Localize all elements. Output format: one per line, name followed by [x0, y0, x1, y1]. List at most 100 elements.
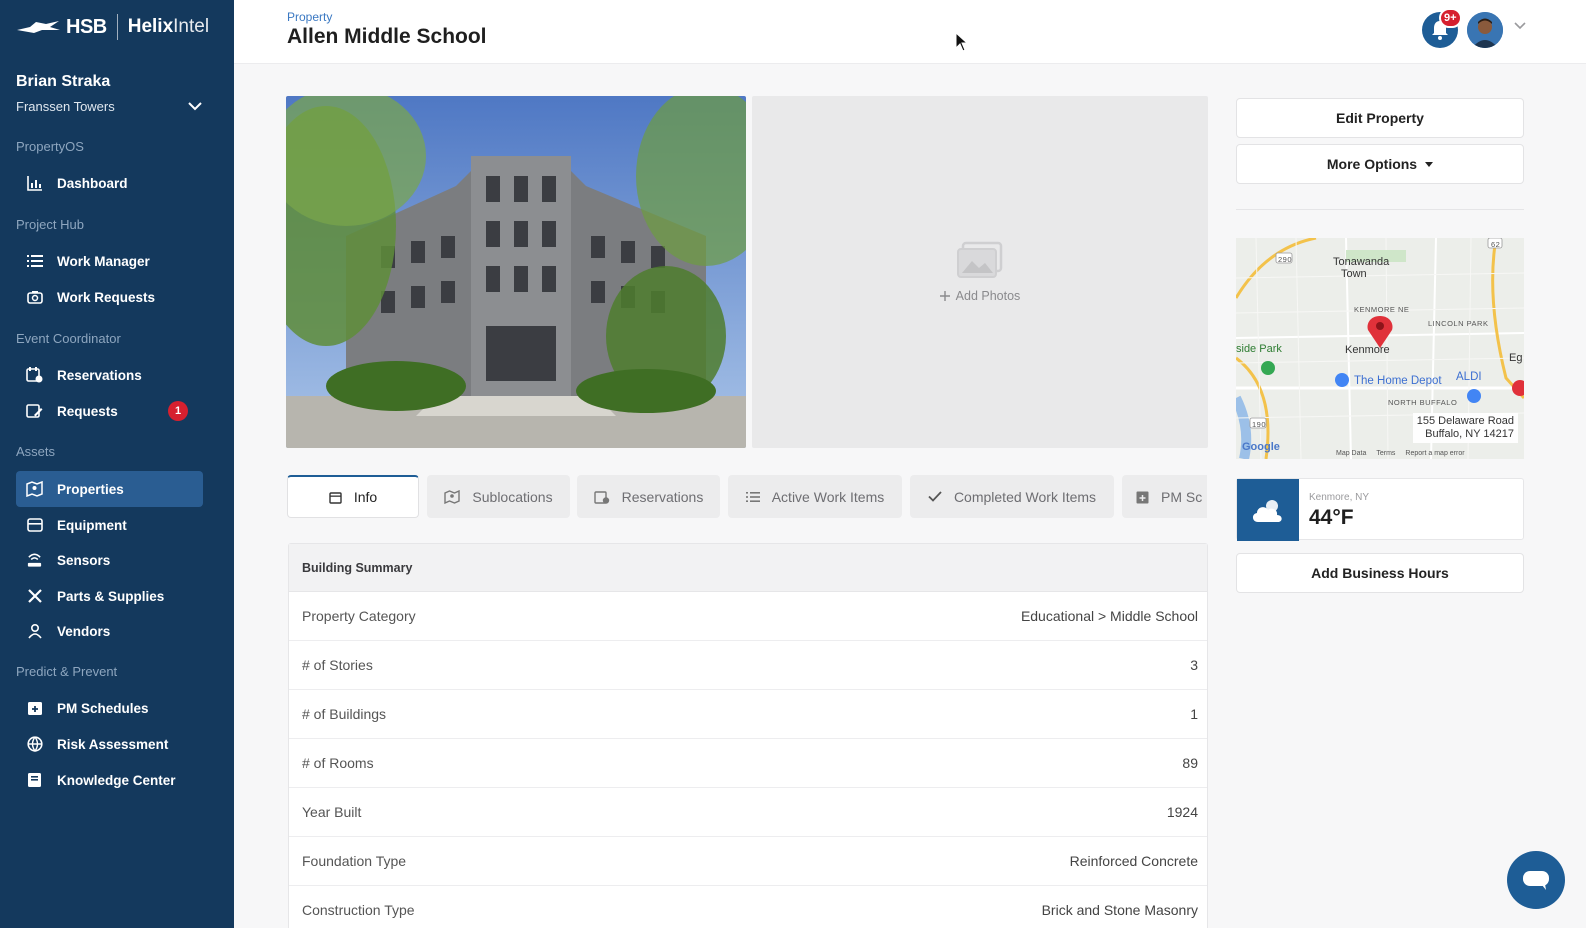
map-footer: Map Data Terms Report a map error — [1336, 450, 1465, 457]
tab-label: PM Sc — [1161, 488, 1203, 505]
table-row: # of Buildings 1 — [289, 690, 1207, 739]
sidebar-item-dashboard[interactable]: Dashboard — [16, 165, 203, 201]
map-icon — [26, 481, 43, 498]
map-label: LINCOLN PARK — [1428, 319, 1489, 328]
nav-section-project-hub: Project Hub — [16, 217, 84, 232]
row-value: 1924 — [1166, 804, 1198, 820]
sidebar-item-work-manager[interactable]: Work Manager — [16, 243, 203, 279]
page-title: Allen Middle School — [287, 25, 487, 48]
building-summary-title: Building Summary — [289, 544, 1207, 592]
row-label: # of Stories — [302, 657, 373, 673]
brand-logo[interactable]: HSB HelixIntel — [16, 14, 209, 40]
sidebar-item-label: Properties — [57, 481, 124, 497]
map-route-label: 290 — [1278, 255, 1293, 264]
tab-pm-schedules[interactable]: PM Sc — [1122, 475, 1207, 518]
sidebar-item-knowledge-center[interactable]: Knowledge Center — [16, 762, 203, 798]
hsb-text: HSB — [66, 15, 107, 38]
avatar[interactable] — [1467, 12, 1503, 48]
sidebar: HSB HelixIntel Brian Straka Franssen Tow… — [0, 0, 234, 928]
sidebar-item-label: Dashboard — [57, 175, 128, 191]
sidebar-item-label: Risk Assessment — [57, 736, 169, 752]
property-photo[interactable] — [286, 96, 746, 448]
breadcrumb[interactable]: Property — [287, 10, 332, 24]
sidebar-item-equipment[interactable]: Equipment — [16, 507, 203, 543]
map-label: NORTH BUFFALO — [1388, 398, 1458, 407]
add-business-hours-button[interactable]: Add Business Hours — [1236, 553, 1524, 593]
chevron-down-icon[interactable] — [1514, 22, 1526, 30]
cloud-icon — [1237, 479, 1299, 541]
sidebar-item-label: PM Schedules — [57, 700, 149, 716]
sidebar-item-parts-supplies[interactable]: Parts & Supplies — [16, 578, 203, 614]
tab-info[interactable]: Info — [287, 475, 419, 518]
caret-down-icon — [1425, 161, 1434, 167]
list-icon — [745, 491, 760, 502]
row-value: 89 — [1182, 755, 1198, 771]
organization-select[interactable]: Franssen Towers — [16, 99, 202, 114]
map-report-link[interactable]: Report a map error — [1405, 450, 1464, 457]
organization-name: Franssen Towers — [16, 99, 115, 114]
row-value: Brick and Stone Masonry — [1041, 902, 1198, 918]
add-photos-label: Add Photos — [955, 289, 1021, 303]
chevron-down-icon — [188, 102, 202, 111]
nav-section-propertyos: PropertyOS — [16, 139, 84, 154]
table-row: Property Category Educational > Middle S… — [289, 592, 1207, 641]
tab-completed-work-items[interactable]: Completed Work Items — [910, 475, 1114, 518]
property-map[interactable]: 62 290 190 Tonawanda Town KENMORE NE LIN… — [1236, 238, 1524, 459]
sidebar-item-properties[interactable]: Properties — [16, 471, 203, 507]
more-options-button[interactable]: More Options — [1236, 144, 1524, 184]
intel-text: Intel — [173, 16, 210, 37]
tab-label: Completed Work Items — [953, 488, 1097, 505]
map-address-line: 155 Delaware Road — [1416, 415, 1514, 427]
hsb-bird-icon — [17, 21, 60, 33]
edit-property-button[interactable]: Edit Property — [1236, 98, 1524, 138]
sidebar-item-label: Requests — [57, 403, 118, 419]
tab-active-work-items[interactable]: Active Work Items — [728, 475, 902, 518]
sidebar-item-reservations[interactable]: Reservations — [16, 357, 203, 393]
tab-reservations[interactable]: Reservations — [577, 475, 720, 518]
map-label: KENMORE NE — [1354, 305, 1410, 314]
add-photos-area[interactable]: Add Photos — [752, 96, 1208, 448]
nav-section-event-coordinator: Event Coordinator — [16, 331, 121, 346]
photos-placeholder-icon — [957, 241, 1003, 278]
building-photo-image — [286, 96, 746, 448]
row-value: Reinforced Concrete — [1069, 853, 1198, 869]
edit-calendar-icon — [26, 403, 43, 420]
row-label: Construction Type — [302, 902, 415, 918]
map-label: Town — [1341, 268, 1367, 280]
user-name: Brian Straka — [16, 73, 111, 90]
divider — [1236, 209, 1524, 210]
sidebar-item-label: Equipment — [57, 517, 127, 533]
google-logo: Google — [1242, 441, 1280, 453]
tab-label: Info — [353, 489, 378, 505]
table-row: Year Built 1924 — [289, 788, 1207, 837]
add-photos-button[interactable]: Add Photos — [939, 289, 1021, 303]
row-value: 3 — [1190, 657, 1198, 673]
sensor-icon — [26, 552, 43, 569]
equipment-icon — [26, 517, 43, 534]
map-terms-link[interactable]: Terms — [1376, 450, 1395, 457]
sidebar-item-vendors[interactable]: Vendors — [16, 613, 203, 649]
calendar-clock-icon — [593, 490, 609, 504]
tab-sublocations[interactable]: Sublocations — [427, 475, 570, 518]
sidebar-item-label: Parts & Supplies — [57, 588, 165, 604]
list-icon — [26, 253, 43, 270]
helixintel-logo: HelixIntel — [128, 16, 209, 38]
check-icon — [928, 491, 942, 502]
sidebar-item-work-requests[interactable]: Work Requests — [16, 279, 203, 315]
sidebar-item-label: Work Requests — [57, 289, 156, 305]
map-icon — [444, 489, 461, 504]
map-data-link[interactable]: Map Data — [1336, 450, 1366, 457]
sidebar-item-requests[interactable]: Requests 1 — [16, 393, 203, 429]
row-value: 1 — [1190, 706, 1198, 722]
sidebar-item-pm-schedules[interactable]: PM Schedules — [16, 690, 203, 726]
book-icon — [26, 772, 43, 789]
sidebar-item-risk-assessment[interactable]: Risk Assessment — [16, 726, 203, 762]
tab-label: Sublocations — [472, 488, 553, 505]
user-photo — [1467, 12, 1503, 48]
chat-button[interactable] — [1507, 851, 1565, 909]
notification-badge: 9+ — [1439, 8, 1462, 28]
table-row: # of Stories 3 — [289, 641, 1207, 690]
sidebar-item-sensors[interactable]: Sensors — [16, 542, 203, 578]
nav-section-assets: Assets — [16, 444, 56, 459]
row-label: # of Buildings — [302, 706, 387, 722]
